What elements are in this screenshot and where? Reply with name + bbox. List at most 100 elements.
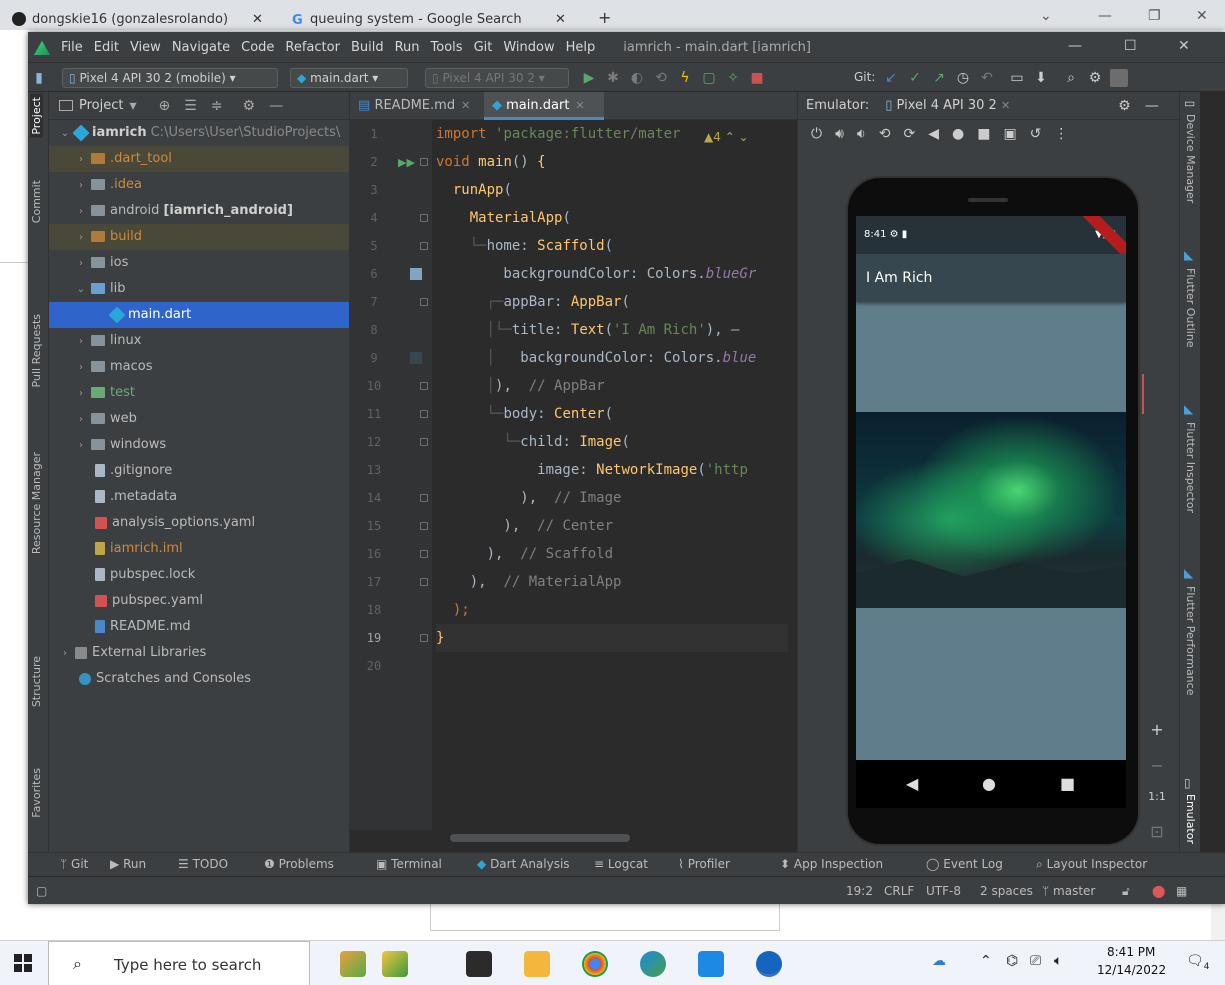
hide-panel-icon[interactable]: —: [1145, 98, 1159, 114]
tree-item-android[interactable]: › android [iamrich_android]: [49, 198, 349, 224]
chevron-right-icon[interactable]: ›: [59, 641, 71, 666]
tool-tab-flutter-performance[interactable]: Flutter Performance: [1184, 586, 1197, 695]
tool-terminal[interactable]: ▣ Terminal: [376, 857, 442, 871]
volume-up-icon[interactable]: 🔊︎: [835, 126, 844, 142]
volume-down-icon[interactable]: 🔉︎: [857, 126, 866, 142]
apply-changes-icon[interactable]: ✧: [724, 69, 742, 87]
toggle-tool-windows-icon[interactable]: ▢: [36, 884, 47, 898]
browser-chevron-down-icon[interactable]: ⌄: [1040, 8, 1052, 24]
code-area[interactable]: import 'package:flutter/mater void main(…: [436, 120, 788, 830]
taskbar-time[interactable]: 8:41 PM: [1107, 945, 1155, 959]
tool-tab-project[interactable]: Project: [30, 94, 43, 138]
tool-logcat[interactable]: ≡ Logcat: [594, 857, 648, 871]
color-swatch-icon[interactable]: [410, 352, 422, 364]
tool-dart-analysis[interactable]: ◆ Dart Analysis: [477, 857, 570, 871]
tree-item-dart-tool[interactable]: › .dart_tool: [49, 146, 349, 172]
menu-navigate[interactable]: Navigate: [172, 40, 230, 55]
fold-marker-icon[interactable]: [420, 382, 428, 390]
menu-refactor[interactable]: Refactor: [285, 40, 340, 55]
rotate-left-icon[interactable]: ⟲: [879, 126, 891, 142]
edge-icon[interactable]: [640, 951, 666, 977]
tool-profiler[interactable]: ⌇ Profiler: [678, 857, 730, 871]
close-tab-icon[interactable]: ✕: [461, 99, 470, 112]
tool-tab-pull-requests[interactable]: Pull Requests: [30, 314, 43, 387]
tree-item-gitignore[interactable]: .gitignore: [49, 458, 349, 484]
tool-app-inspection[interactable]: ⬍ App Inspection: [780, 857, 883, 871]
run-gutter-icon[interactable]: ▶▶: [398, 156, 415, 169]
chevron-right-icon[interactable]: ›: [75, 329, 87, 354]
hide-panel-icon[interactable]: —: [269, 98, 283, 114]
chevron-down-icon[interactable]: ⌄: [75, 277, 87, 302]
pinned-app-icon[interactable]: [382, 951, 408, 977]
project-structure-icon[interactable]: ▮: [30, 69, 48, 87]
tree-item-metadata[interactable]: .metadata: [49, 484, 349, 510]
git-branch[interactable]: ᛘ master: [1042, 884, 1095, 898]
settings-gear-icon[interactable]: ⚙: [1086, 69, 1104, 87]
locate-file-icon[interactable]: ⊕: [159, 98, 171, 114]
close-tab-icon[interactable]: ✕: [575, 99, 584, 112]
notifications-icon[interactable]: 🗨︎4: [1186, 953, 1210, 972]
chevron-right-icon[interactable]: ›: [75, 355, 87, 380]
fold-marker-icon[interactable]: [420, 158, 428, 166]
more-icon[interactable]: ⋮: [1054, 126, 1068, 142]
emulator-device-tab[interactable]: ▯ Pixel 4 API 30 2 ✕: [885, 98, 1010, 113]
rotate-right-icon[interactable]: ⟳: [903, 126, 915, 142]
taskbar-date[interactable]: 12/14/2022: [1097, 963, 1166, 977]
tool-tab-resource-manager[interactable]: Resource Manager: [30, 452, 43, 554]
menu-git[interactable]: Git: [474, 40, 493, 55]
sdk-manager-icon[interactable]: ⬇: [1032, 69, 1050, 87]
file-encoding[interactable]: UTF-8: [926, 884, 961, 898]
browser-close-icon[interactable]: ✕: [1196, 8, 1208, 24]
debug-icon[interactable]: ✱: [604, 69, 622, 87]
network-icon[interactable]: ⌬: [1006, 953, 1018, 969]
tool-tab-emulator[interactable]: Emulator: [1184, 794, 1197, 844]
indent-setting[interactable]: 2 spaces: [980, 884, 1033, 898]
stop-icon[interactable]: ■: [748, 69, 766, 87]
minimize-icon[interactable]: —: [1068, 38, 1082, 54]
tool-layout-inspector[interactable]: ⌕ Layout Inspector: [1036, 857, 1147, 872]
git-push-icon[interactable]: ↗: [930, 69, 948, 87]
git-rollback-icon[interactable]: ↶: [978, 69, 996, 87]
tree-item-web[interactable]: › web: [49, 406, 349, 432]
home-icon[interactable]: ●: [952, 126, 964, 142]
tree-item-macos[interactable]: › macos: [49, 354, 349, 380]
error-indicator-icon[interactable]: ⬤: [1152, 884, 1165, 898]
fold-marker-icon[interactable]: [420, 298, 428, 306]
tab-main-dart[interactable]: ◆ main.dart ✕: [484, 92, 604, 120]
cloud-icon[interactable]: ☁: [932, 953, 946, 969]
zoom-out-button[interactable]: −: [1144, 756, 1170, 775]
pinned-app-icon[interactable]: [340, 951, 366, 977]
tree-item-analysis-options[interactable]: analysis_options.yaml: [49, 510, 349, 536]
new-tab-button[interactable]: +: [598, 8, 612, 28]
fold-marker-icon[interactable]: [420, 214, 428, 222]
tree-item-scratches[interactable]: Scratches and Consoles: [49, 666, 349, 692]
nav-recents-icon[interactable]: ■: [1060, 774, 1075, 793]
memory-indicator-icon[interactable]: ▦: [1176, 884, 1187, 898]
target-device-selector[interactable]: ▯ Pixel 4 API 30 2 ▾: [425, 68, 569, 88]
tree-item-lib[interactable]: ⌄ lib: [49, 276, 349, 302]
chevron-down-icon[interactable]: ⌄: [59, 121, 71, 146]
tree-item-pubspec-yaml[interactable]: pubspec.yaml: [49, 588, 349, 614]
menu-edit[interactable]: Edit: [94, 40, 119, 55]
android-studio-icon[interactable]: [756, 951, 782, 977]
run-config-selector[interactable]: ◆ main.dart ▾: [290, 68, 408, 88]
task-view-icon[interactable]: [466, 951, 492, 977]
chevron-right-icon[interactable]: ›: [75, 199, 87, 224]
tool-git[interactable]: ᛘ Git: [60, 857, 88, 871]
vscode-icon[interactable]: [698, 951, 724, 977]
tree-item-ios[interactable]: › ios: [49, 250, 349, 276]
tree-item-windows[interactable]: › windows: [49, 432, 349, 458]
tree-item-readme[interactable]: README.md: [49, 614, 349, 640]
tab-readme[interactable]: ▤ README.md ✕: [350, 92, 480, 120]
browser-tab-google[interactable]: queuing system - Google Search: [310, 12, 550, 32]
tree-item-idea[interactable]: › .idea: [49, 172, 349, 198]
tool-todo[interactable]: ☰ TODO: [178, 857, 228, 871]
tool-tab-favorites[interactable]: Favorites: [30, 768, 43, 818]
tool-tab-commit[interactable]: Commit: [30, 180, 43, 223]
fit-screen-icon[interactable]: ⊡: [1144, 822, 1170, 841]
chevron-right-icon[interactable]: ›: [75, 147, 87, 172]
browser-tab-close-icon[interactable]: ✕: [252, 12, 262, 32]
chevron-right-icon[interactable]: ›: [75, 251, 87, 276]
browser-tab-github[interactable]: dongskie16 (gonzalesrolando): [32, 12, 232, 32]
gear-icon[interactable]: ⚙: [243, 98, 256, 114]
